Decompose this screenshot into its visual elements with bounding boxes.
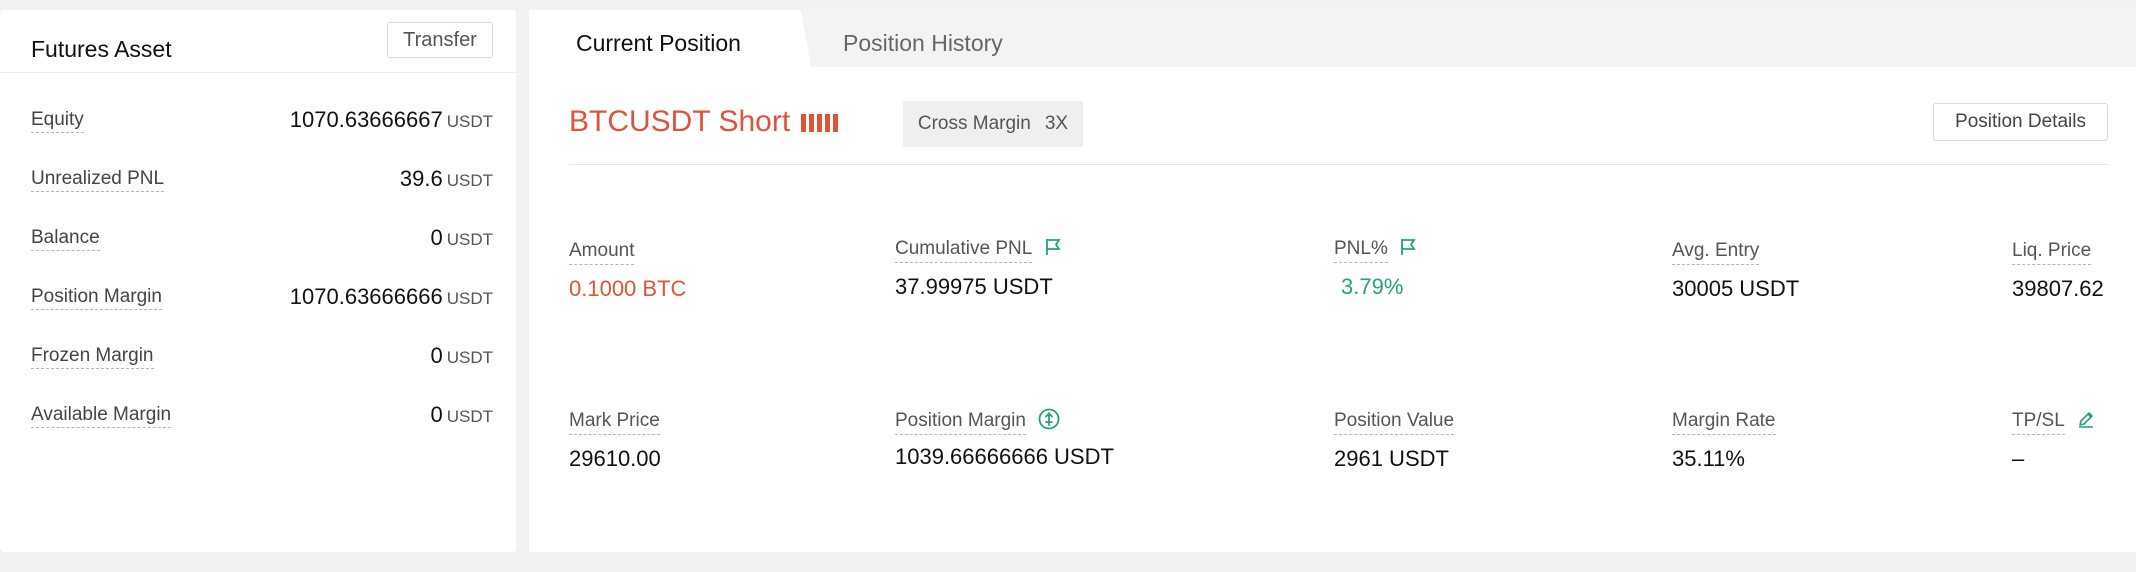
pencil-icon[interactable]	[2077, 410, 2095, 433]
cumulative-pnl-cell: Cumulative PNL 37.99975 USDT	[895, 238, 1062, 299]
tab-current-position-label: Current Position	[576, 30, 741, 56]
mark-price-label[interactable]: Mark Price	[569, 410, 660, 435]
adl-indicator-bars	[801, 114, 838, 132]
margin-mode-label: Cross Margin	[917, 113, 1031, 134]
liq-price-value: 39807.62	[2012, 276, 2104, 301]
avg-entry-label[interactable]: Avg. Entry	[1672, 240, 1760, 265]
margin-rate-label[interactable]: Margin Rate	[1672, 410, 1776, 435]
amount-cell: Amount 0.1000 BTC	[569, 240, 686, 301]
cumulative-pnl-label[interactable]: Cumulative PNL	[895, 238, 1033, 263]
unrealized-pnl-label[interactable]: Unrealized PNL	[31, 168, 165, 192]
position-panel: Current Position Position History BTCUSD…	[529, 10, 2136, 552]
equity-label[interactable]: Equity	[31, 109, 84, 133]
futures-asset-panel: Futures Asset Transfer Equity 1070.63666…	[0, 10, 516, 552]
position-details-button[interactable]: Position Details	[1933, 103, 2108, 141]
mark-price-cell: Mark Price 29610.00	[569, 410, 661, 471]
mark-price-value: 29610.00	[569, 446, 661, 471]
asset-row-available-margin: Available Margin 0 USDT	[31, 398, 493, 432]
frozen-margin-label[interactable]: Frozen Margin	[31, 345, 154, 369]
position-margin-detail-label[interactable]: Position Margin	[895, 410, 1026, 435]
flag-icon[interactable]	[1400, 238, 1417, 261]
asset-row-unrealized-pnl: Unrealized PNL 39.6 USDT	[31, 162, 493, 196]
position-margin-value: 1070.63666666 USDT	[289, 284, 493, 309]
cumulative-pnl-value: 37.99975 USDT	[895, 274, 1053, 299]
liq-price-cell: Liq. Price 39807.62	[2012, 240, 2104, 301]
tab-position-history[interactable]: Position History	[843, 30, 1003, 57]
asset-row-balance: Balance 0 USDT	[31, 221, 493, 255]
tab-current-position[interactable]: Current Position	[529, 10, 811, 67]
position-margin-label[interactable]: Position Margin	[31, 286, 162, 310]
avg-entry-value: 30005 USDT	[1672, 276, 1800, 301]
balance-label[interactable]: Balance	[31, 227, 100, 251]
position-tabs: Current Position Position History	[529, 10, 2136, 67]
pnl-percent-value: 3.79%	[1341, 274, 1404, 299]
asset-row-equity: Equity 1070.63666667 USDT	[31, 103, 493, 137]
adl-bar	[801, 114, 806, 132]
amount-label[interactable]: Amount	[569, 240, 635, 265]
adl-bar	[833, 114, 838, 132]
frozen-margin-value: 0 USDT	[430, 343, 493, 368]
divider	[569, 164, 2108, 165]
pnl-percent-cell: PNL% 3.79%	[1334, 238, 1417, 299]
asset-row-frozen-margin: Frozen Margin 0 USDT	[31, 339, 493, 373]
available-margin-label[interactable]: Available Margin	[31, 404, 172, 428]
tpsl-value: –	[2012, 446, 2025, 471]
unrealized-pnl-value: 39.6 USDT	[399, 166, 493, 191]
adl-bar	[825, 114, 830, 132]
amount-value: 0.1000 BTC	[569, 276, 687, 301]
balance-value: 0 USDT	[430, 225, 493, 250]
asset-row-position-margin: Position Margin 1070.63666666 USDT	[31, 280, 493, 314]
tpsl-label[interactable]: TP/SL	[2012, 410, 2065, 435]
dollar-circle-icon[interactable]	[1038, 408, 1060, 435]
futures-asset-title: Futures Asset	[31, 36, 172, 62]
flag-icon[interactable]	[1045, 238, 1062, 261]
position-symbol-title: BTCUSDT Short	[569, 105, 791, 138]
position-value-label[interactable]: Position Value	[1334, 410, 1455, 435]
avg-entry-cell: Avg. Entry 30005 USDT	[1672, 240, 1799, 301]
tpsl-cell: TP/SL –	[2012, 410, 2095, 471]
adl-bar	[809, 114, 814, 132]
margin-rate-value: 35.11%	[1672, 446, 1745, 471]
margin-rate-cell: Margin Rate 35.11%	[1672, 410, 1776, 471]
equity-value: 1070.63666667 USDT	[289, 107, 493, 132]
leverage-label: 3X	[1044, 113, 1069, 134]
position-margin-cell: Position Margin 1039.66666666 USDT	[895, 408, 1114, 469]
margin-mode-badge[interactable]: Cross Margin 3X	[903, 101, 1083, 147]
transfer-button[interactable]: Transfer	[387, 22, 493, 58]
position-value-cell: Position Value 2961 USDT	[1334, 410, 1455, 471]
futures-asset-header: Futures Asset Transfer	[0, 10, 516, 73]
pnl-percent-label[interactable]: PNL%	[1334, 238, 1388, 263]
adl-bar	[817, 114, 822, 132]
position-value-value: 2961 USDT	[1334, 446, 1449, 471]
liq-price-label[interactable]: Liq. Price	[2012, 240, 2092, 265]
available-margin-value: 0 USDT	[430, 402, 493, 427]
position-margin-detail-value: 1039.66666666 USDT	[895, 444, 1114, 469]
